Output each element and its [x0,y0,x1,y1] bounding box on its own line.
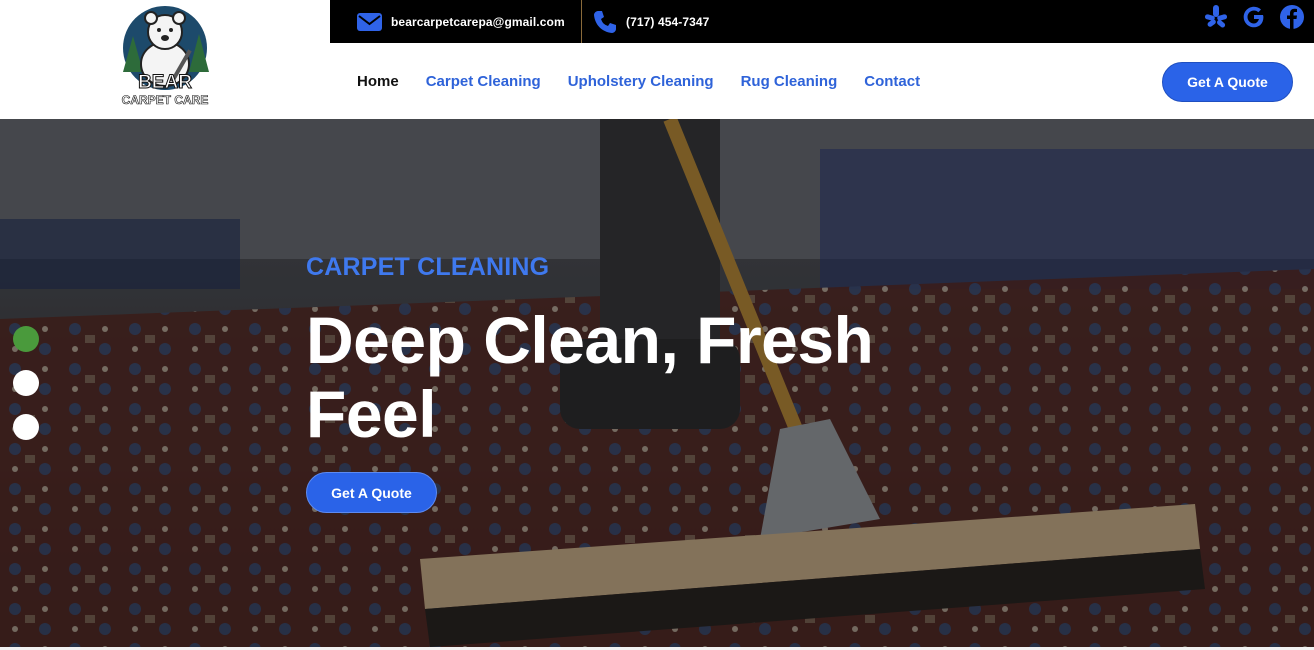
email-text: bearcarpetcarepa@gmail.com [391,14,565,29]
site-logo[interactable]: BEAR CARPET CARE [104,0,226,116]
email-link[interactable]: bearcarpetcarepa@gmail.com [356,0,565,43]
slider-pagination [13,326,39,458]
slide-dot-3[interactable] [13,414,39,440]
nav-item-home[interactable]: Home [357,73,399,90]
header-get-quote-button[interactable]: Get A Quote [1162,62,1293,102]
nav-item-carpet-cleaning[interactable]: Carpet Cleaning [426,73,541,90]
nav-item-contact[interactable]: Contact [864,73,920,90]
bear-logo-icon: BEAR CARPET CARE [121,6,209,107]
nav-item-rug-cleaning[interactable]: Rug Cleaning [741,73,838,90]
phone-icon [592,9,618,35]
nav-item-upholstery-cleaning[interactable]: Upholstery Cleaning [568,73,714,90]
google-icon[interactable] [1240,3,1268,31]
hero-eyebrow: CARPET CLEANING [306,253,550,281]
social-links [1202,0,1306,34]
svg-text:CARPET CARE: CARPET CARE [122,93,209,107]
phone-text: (717) 454-7347 [626,14,710,29]
hero-headline: Deep Clean, Fresh Feel [306,303,874,451]
divider [581,0,582,43]
main-navigation: Home Carpet Cleaning Upholstery Cleaning… [330,43,1314,119]
facebook-icon[interactable] [1278,3,1306,31]
slide-dot-2[interactable] [13,370,39,396]
svg-text:BEAR: BEAR [138,72,192,93]
phone-link[interactable]: (717) 454-7347 [592,0,709,43]
top-contact-bar: bearcarpetcarepa@gmail.com (717) 454-734… [330,0,1314,43]
envelope-icon [356,12,383,32]
yelp-icon[interactable] [1202,3,1230,31]
hero-get-quote-button[interactable]: Get A Quote [306,472,437,513]
hero-slider: CARPET CLEANING Deep Clean, Fresh Feel G… [0,119,1314,647]
slide-dot-1[interactable] [13,326,39,352]
